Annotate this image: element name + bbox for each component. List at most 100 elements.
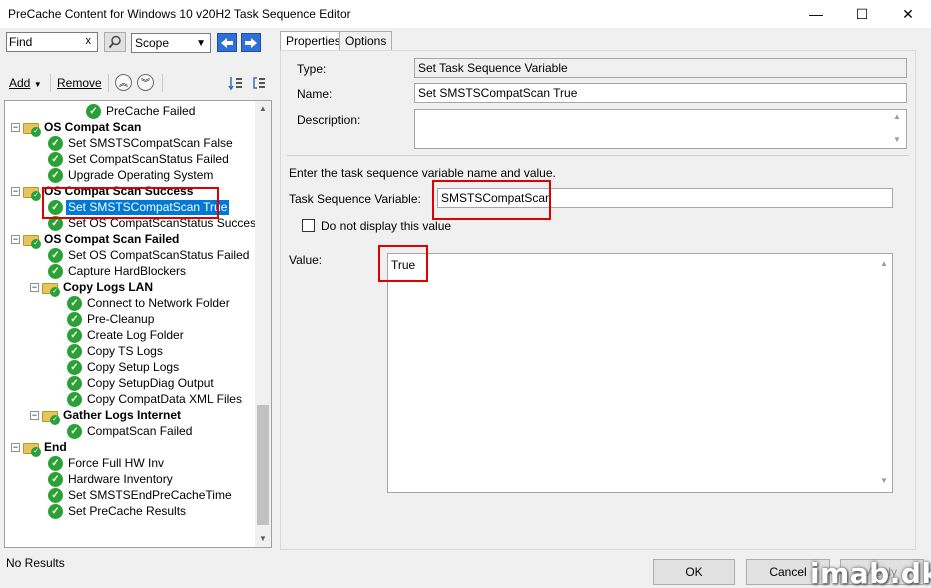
scroll-up-icon[interactable]: ▲	[876, 259, 892, 268]
tree-item-label: Set PreCache Results	[68, 503, 187, 518]
tree-step[interactable]: ✓ Copy SetupDiag Output	[49, 375, 216, 391]
success-check-icon: ✓	[86, 103, 101, 119]
chevron-down-icon: ▼	[196, 38, 206, 49]
tree-group[interactable]: − ✓ OS Compat Scan Failed	[11, 231, 181, 249]
sort-list-icon	[228, 77, 242, 91]
tree-group[interactable]: − ✓ End	[11, 439, 69, 457]
name-input[interactable]: Set SMSTSCompatScan True	[414, 83, 907, 103]
tree-step[interactable]: ✓ Create Log Folder	[49, 327, 186, 343]
status-text: No Results	[6, 556, 65, 570]
add-label: Add	[9, 76, 31, 90]
expand-collapse-icon[interactable]: −	[30, 410, 39, 420]
tree-step[interactable]: ✓ Set OS CompatScanStatus Failed	[30, 247, 251, 263]
dropdown-arrow-icon: ▼	[33, 80, 42, 89]
search-button[interactable]	[104, 32, 126, 52]
success-check-icon: ✓	[67, 343, 82, 359]
instructions-text: Enter the task sequence variable name an…	[289, 166, 556, 180]
tree-step[interactable]: ✓ Capture HardBlockers	[30, 263, 188, 279]
tree-step[interactable]: ✓ Set CompatScanStatus Failed	[30, 151, 231, 167]
tree-group[interactable]: − ✓ OS Compat Scan	[11, 119, 143, 137]
tree-step[interactable]: ✓ Copy TS Logs	[49, 343, 165, 359]
ok-button[interactable]: OK	[653, 559, 735, 585]
tree-step[interactable]: ✓ Set PreCache Results	[30, 503, 188, 519]
maximize-button[interactable]: ☐	[839, 0, 885, 28]
find-input[interactable]	[7, 33, 81, 51]
title-bar: PreCache Content for Windows 10 v20H2 Ta…	[0, 0, 931, 28]
scroll-down-icon[interactable]: ▼	[876, 476, 892, 485]
scroll-down-icon[interactable]: ▼	[889, 135, 905, 144]
expand-collapse-icon[interactable]: −	[11, 122, 20, 132]
toolbar-divider	[162, 74, 163, 92]
success-check-icon: ✓	[48, 167, 63, 183]
highlight-box-variable	[432, 180, 551, 220]
remove-button[interactable]: Remove	[57, 76, 102, 90]
folder-check-icon: ✓	[42, 281, 60, 297]
find-next-button[interactable]	[241, 33, 261, 52]
tree-step[interactable]: ✓ Force Full HW Inv	[30, 455, 166, 471]
find-previous-button[interactable]	[217, 33, 237, 52]
move-down-button[interactable]: ︾	[137, 74, 154, 91]
tree-group[interactable]: − ✓ Copy Logs LAN	[30, 279, 155, 297]
sort-button[interactable]	[228, 75, 244, 94]
edit-toolbar: Add ▼ Remove ︽ ︾	[0, 68, 276, 98]
clear-find-button[interactable]: x	[86, 35, 92, 47]
tree-step[interactable]: ✓ Connect to Network Folder	[49, 295, 232, 311]
folder-check-icon: ✓	[23, 441, 41, 457]
tree-step[interactable]: ✓ Upgrade Operating System	[30, 167, 215, 183]
tree-scrollbar[interactable]: ▲ ▼	[255, 101, 271, 547]
toolbar-divider	[50, 74, 51, 92]
hide-value-checkbox[interactable]	[302, 219, 315, 232]
tab-properties[interactable]: Properties	[280, 31, 347, 52]
tree-step[interactable]: ✓ Copy CompatData XML Files	[49, 391, 244, 407]
tree-item-label: Copy Setup Logs	[87, 359, 180, 374]
expand-collapse-icon[interactable]: −	[11, 234, 20, 244]
tree-step[interactable]: ✓ PreCache Failed	[68, 103, 197, 119]
move-up-button[interactable]: ︽	[115, 74, 132, 91]
value-scrollbar[interactable]: ▲ ▼	[876, 254, 892, 492]
tree-step[interactable]: ✓ Pre-Cleanup	[49, 311, 156, 327]
description-label: Description:	[297, 113, 361, 127]
variable-label: Task Sequence Variable:	[289, 192, 421, 206]
arrow-right-icon	[245, 37, 257, 48]
tree-step[interactable]: ✓ Copy Setup Logs	[49, 359, 181, 375]
tree-step[interactable]: ✓ Set SMSTSEndPreCacheTime	[30, 487, 234, 503]
tree-step[interactable]: ✓ Hardware Inventory	[30, 471, 175, 487]
scroll-down-icon[interactable]: ▼	[255, 531, 271, 547]
type-field: Set Task Sequence Variable	[414, 58, 907, 78]
window-title: PreCache Content for Windows 10 v20H2 Ta…	[8, 7, 351, 21]
expand-collapse-icon[interactable]: −	[30, 282, 39, 292]
description-scrollbar[interactable]: ▲ ▼	[889, 110, 905, 148]
close-button[interactable]: ✕	[885, 0, 931, 28]
add-menu-button[interactable]: Add ▼	[9, 76, 42, 90]
tree-step[interactable]: ✓ Set SMSTSCompatScan False	[30, 135, 235, 151]
success-check-icon: ✓	[48, 247, 63, 263]
description-input[interactable]	[414, 109, 907, 149]
expand-collapse-icon[interactable]: −	[11, 442, 20, 452]
tree-item-label: Pre-Cleanup	[87, 311, 155, 326]
tree-item-label: Create Log Folder	[87, 327, 184, 342]
success-check-icon: ✓	[48, 503, 63, 519]
tree-item-label: End	[44, 439, 67, 454]
minimize-button[interactable]: —	[793, 0, 839, 28]
scroll-up-icon[interactable]: ▲	[889, 112, 905, 121]
tree-group[interactable]: − ✓ Gather Logs Internet	[30, 407, 183, 425]
success-check-icon: ✓	[67, 391, 82, 407]
folder-check-icon: ✓	[23, 185, 41, 201]
success-check-icon: ✓	[67, 423, 82, 439]
success-check-icon: ✓	[67, 311, 82, 327]
double-chevron-down-icon: ︾	[140, 78, 150, 88]
scope-dropdown[interactable]: Scope ▼	[131, 33, 211, 53]
value-input[interactable]: True ▲ ▼	[387, 253, 893, 493]
expand-collapse-icon[interactable]: −	[11, 186, 20, 196]
name-label: Name:	[297, 87, 333, 101]
tab-options[interactable]: Options	[339, 31, 393, 51]
tree-step[interactable]: ✓ CompatScan Failed	[49, 423, 194, 439]
tree-item-label: Hardware Inventory	[68, 471, 173, 486]
success-check-icon: ✓	[67, 375, 82, 391]
find-field[interactable]: x	[6, 32, 98, 52]
scroll-up-icon[interactable]: ▲	[255, 101, 271, 117]
scrollbar-thumb[interactable]	[257, 405, 269, 525]
collapse-button[interactable]	[251, 75, 267, 94]
task-sequence-tree[interactable]: ✓ PreCache Failed − ✓ OS Compat Scan ✓ Set SMS…	[4, 100, 272, 548]
tree-item-label: PreCache Failed	[106, 103, 196, 118]
